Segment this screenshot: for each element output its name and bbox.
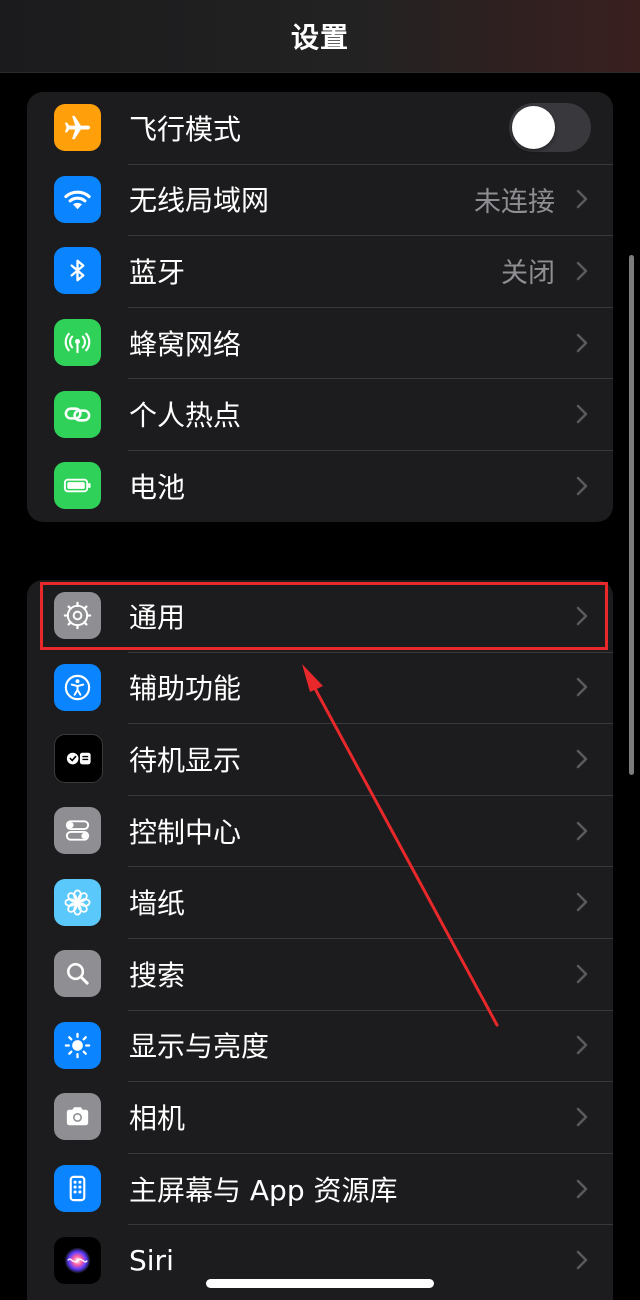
annotation-highlight-box — [40, 582, 608, 650]
settings-row-label: 蜂窝网络 — [129, 327, 242, 361]
settings-row-wallpaper[interactable]: 墙纸 — [27, 866, 613, 938]
chevron-right-icon — [575, 260, 589, 282]
chevron-right-icon — [575, 475, 589, 497]
chevron-right-icon — [575, 676, 589, 698]
settings-row-search[interactable]: 搜索 — [27, 937, 613, 1010]
settings-row-cellular[interactable]: 蜂窝网络 — [27, 306, 613, 379]
settings-row-label: 搜索 — [129, 958, 186, 992]
chevron-right-icon — [575, 1249, 589, 1271]
settings-row-label: 无线局域网 — [129, 184, 270, 218]
settings-row-label: 辅助功能 — [129, 672, 242, 706]
settings-row-label: 控制中心 — [129, 815, 242, 849]
chevron-right-icon — [575, 748, 589, 770]
camera-icon — [54, 1093, 101, 1141]
settings-row-airplane-mode[interactable]: 飞行模式 — [27, 92, 613, 164]
settings-row-label: Siri — [129, 1243, 174, 1277]
siri-icon — [54, 1236, 101, 1284]
navigation-bar: 设置 — [0, 0, 640, 73]
settings-row-accessibility[interactable]: 辅助功能 — [27, 651, 613, 724]
settings-row-label: 显示与亮度 — [129, 1030, 270, 1064]
settings-row-standby[interactable]: 待机显示 — [27, 723, 613, 795]
chevron-right-icon — [575, 891, 589, 913]
settings-row-label: 墙纸 — [129, 887, 186, 921]
settings-row-battery[interactable]: 电池 — [27, 449, 613, 522]
airplane-icon — [54, 104, 101, 152]
settings-row-label: 主屏幕与 App 资源库 — [129, 1173, 398, 1207]
chevron-right-icon — [575, 332, 589, 354]
settings-row-label: 相机 — [129, 1101, 186, 1135]
settings-row-bluetooth[interactable]: 蓝牙 关闭 — [27, 235, 613, 307]
chevron-right-icon — [575, 403, 589, 425]
cellular-antenna-icon — [54, 319, 101, 367]
settings-row-home-screen[interactable]: 主屏幕与 App 资源库 — [27, 1152, 613, 1225]
settings-row-personal-hotspot[interactable]: 个人热点 — [27, 378, 613, 450]
magnifier-icon — [54, 950, 101, 998]
settings-row-wifi[interactable]: 无线局域网 未连接 — [27, 163, 613, 236]
standby-icon — [54, 734, 103, 784]
sun-icon — [54, 1021, 101, 1069]
settings-row-label: 飞行模式 — [129, 112, 242, 146]
chevron-right-icon — [575, 188, 589, 210]
wifi-status-value: 未连接 — [474, 186, 555, 218]
toggle-knob — [512, 106, 555, 150]
settings-row-display-brightness[interactable]: 显示与亮度 — [27, 1009, 613, 1082]
chevron-right-icon — [575, 1178, 589, 1200]
control-center-icon — [54, 807, 101, 855]
settings-row-camera[interactable]: 相机 — [27, 1081, 613, 1153]
chevron-right-icon — [575, 1034, 589, 1056]
settings-row-label: 个人热点 — [129, 399, 242, 433]
accessibility-icon — [54, 663, 101, 711]
settings-row-label: 蓝牙 — [129, 255, 186, 289]
home-indicator[interactable] — [206, 1279, 434, 1288]
settings-row-label: 电池 — [129, 470, 186, 504]
chevron-right-icon — [575, 963, 589, 985]
hotspot-link-icon — [54, 390, 101, 438]
bluetooth-status-value: 关闭 — [501, 258, 555, 290]
settings-group-connectivity: 飞行模式 无线局域网 未连接 蓝牙 关闭 蜂窝网络 个人热点 电池 — [27, 92, 613, 522]
settings-row-control-center[interactable]: 控制中心 — [27, 794, 613, 867]
airplane-mode-toggle[interactable] — [509, 103, 591, 153]
home-screen-icon — [54, 1165, 101, 1213]
bluetooth-icon — [54, 247, 101, 295]
flower-icon — [54, 878, 101, 926]
chevron-right-icon — [575, 1106, 589, 1128]
settings-group-general: 通用 辅助功能 待机显示 控制中心 墙纸 搜索 显示与亮度 相机 主屏幕与 Ap… — [27, 580, 613, 1300]
settings-row-label: 待机显示 — [129, 743, 242, 777]
page-title: 设置 — [290, 21, 349, 54]
scrollbar[interactable] — [629, 255, 634, 775]
chevron-right-icon — [575, 820, 589, 842]
battery-icon — [54, 462, 101, 510]
wifi-icon — [54, 175, 101, 223]
